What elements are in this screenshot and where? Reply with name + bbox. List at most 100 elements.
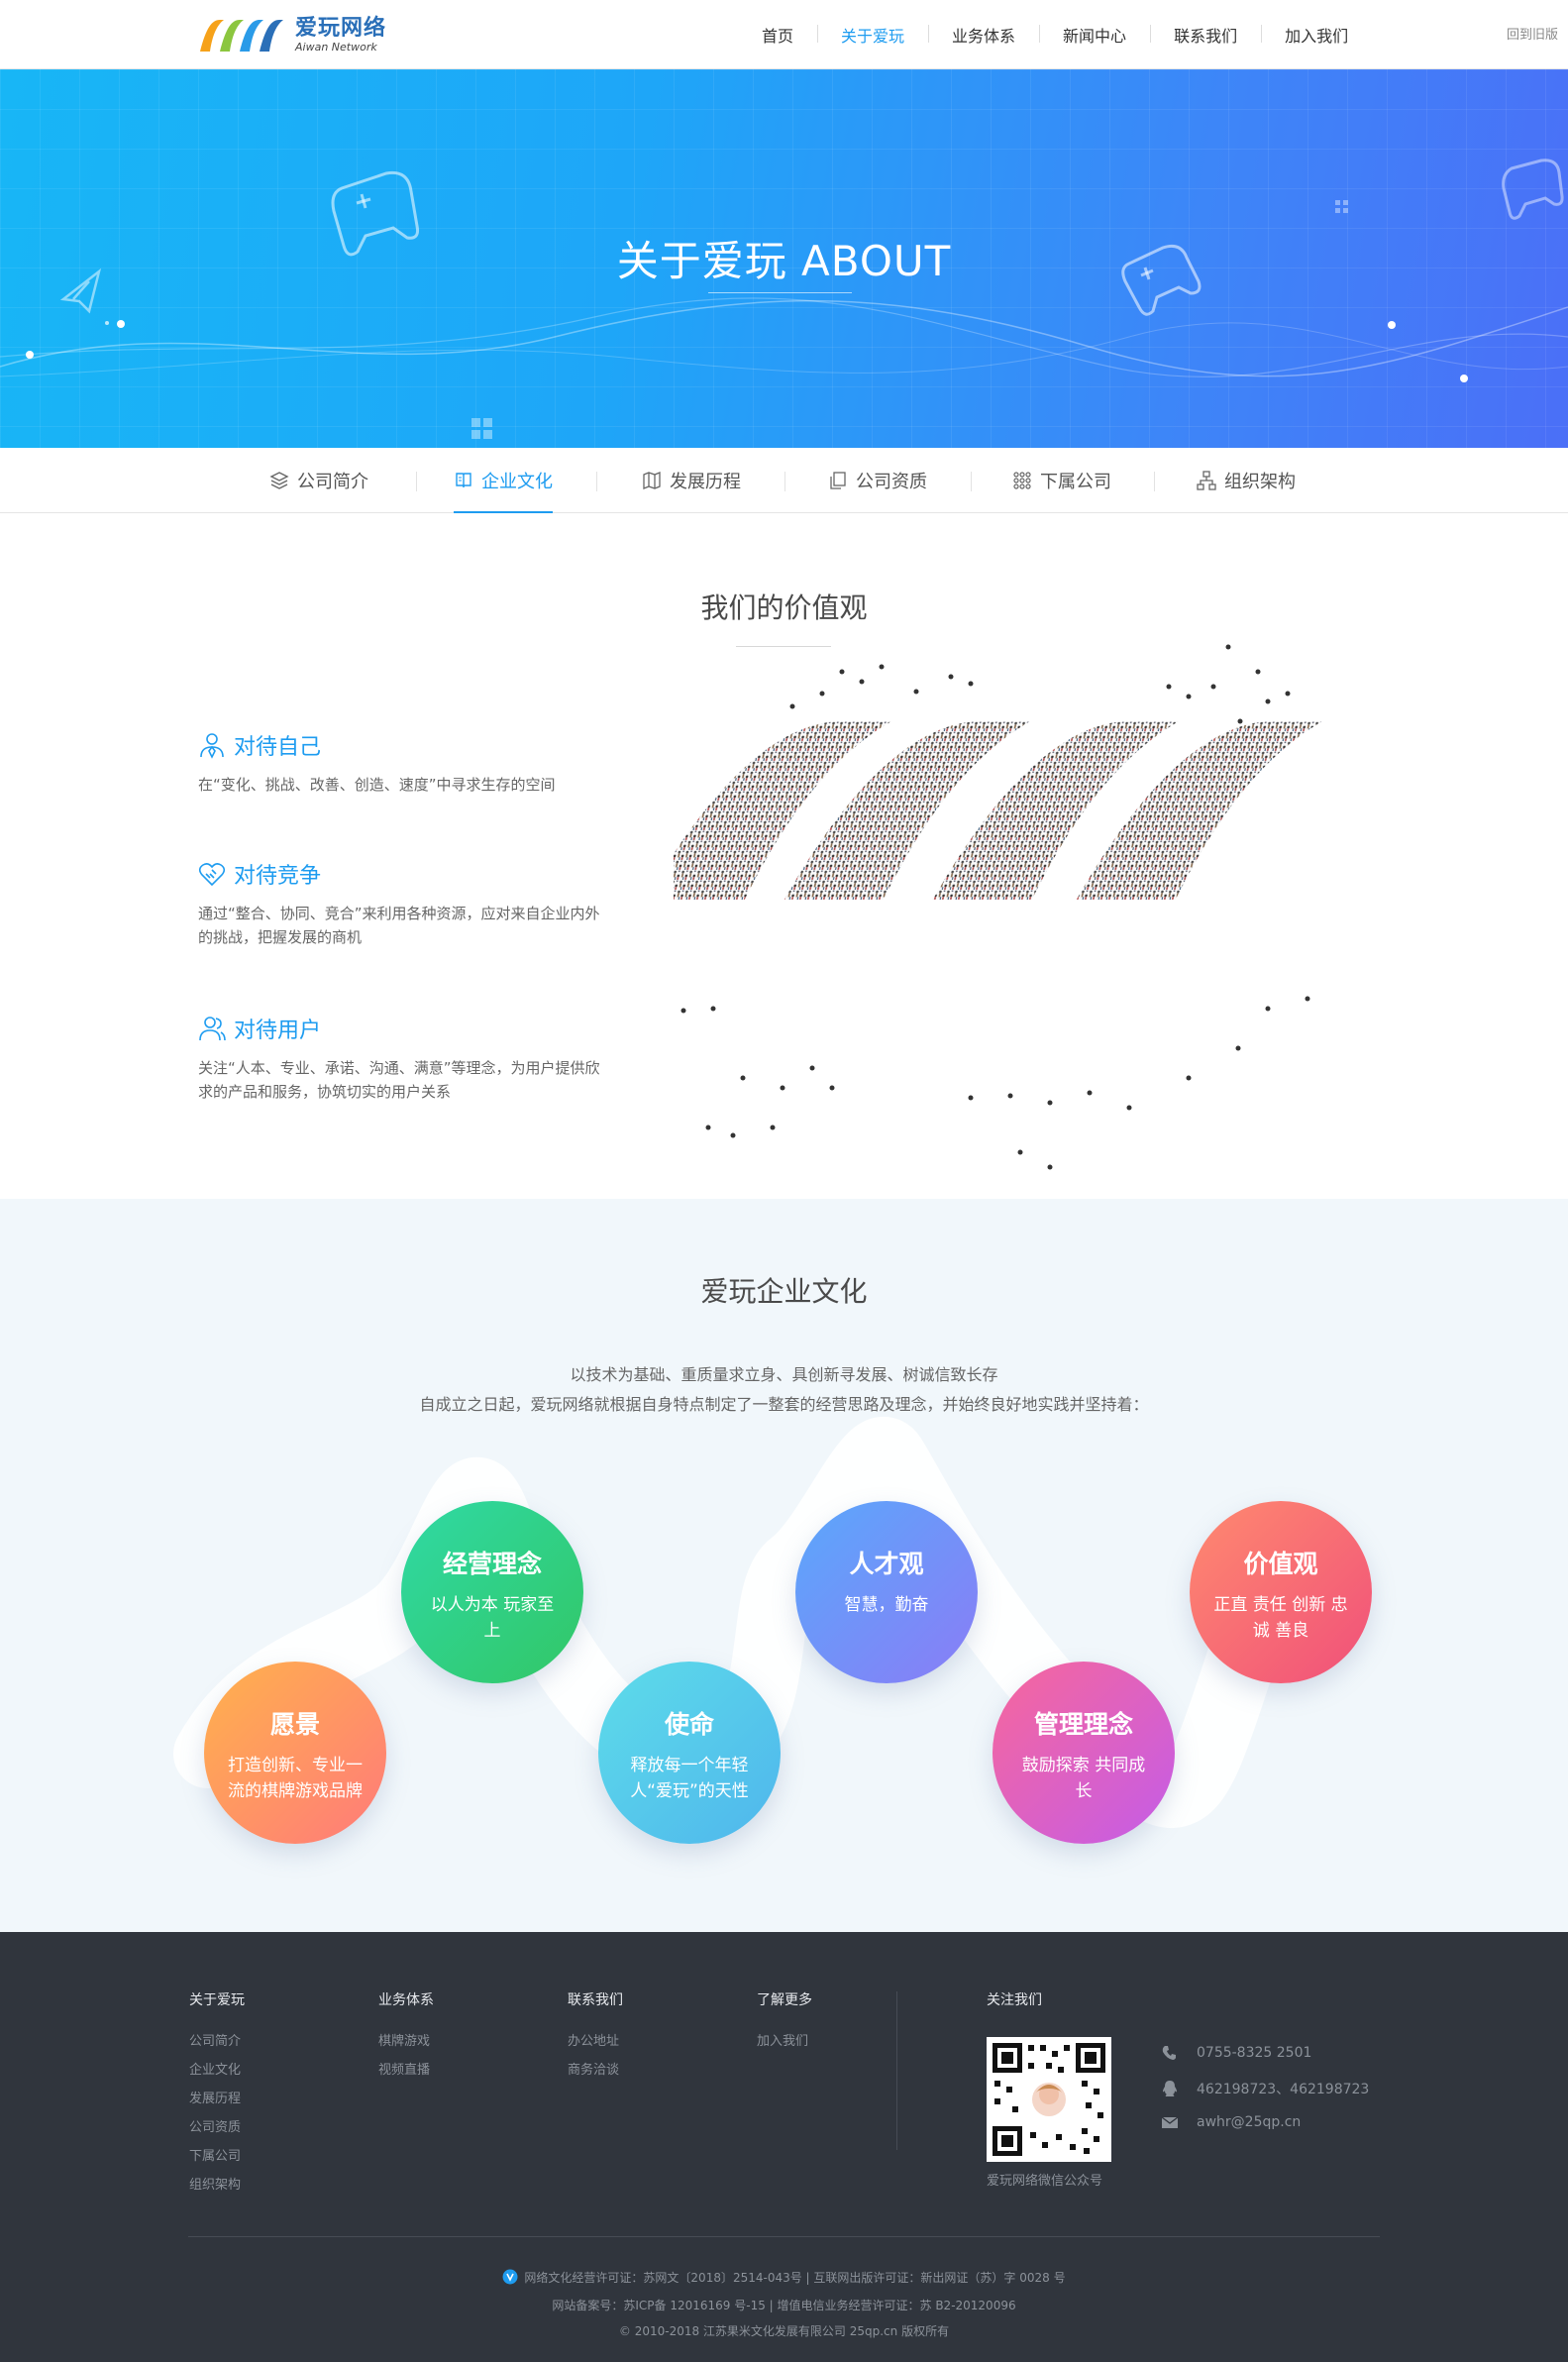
footer-link[interactable]: 办公地址 — [568, 2027, 623, 2056]
tab-org-structure[interactable]: 组织架构 — [1197, 448, 1296, 513]
logo-name: 爱玩网络 — [295, 15, 387, 41]
section-tabs: 公司简介 企业文化 发展历程 公司资质 下属公司 组织架构 — [0, 448, 1568, 513]
main-nav: 首页 关于爱玩 业务体系 新闻中心 联系我们 加入我们 — [738, 0, 1372, 69]
person-shield-icon — [200, 733, 224, 759]
footer-link[interactable]: 下属公司 — [189, 2142, 245, 2171]
tab-label: 公司简介 — [297, 472, 368, 492]
phone-icon — [1162, 2046, 1176, 2060]
tab-corporate-culture[interactable]: 企业文化 — [454, 448, 553, 513]
footer-column-title: 关于爱玩 — [189, 1992, 245, 2008]
tab-divider — [784, 472, 785, 491]
footer-link[interactable]: 棋牌游戏 — [378, 2027, 434, 2056]
tab-label: 公司资质 — [856, 472, 927, 492]
value-item-desc: 通过“整合、协同、竞合”来利用各种资源，应对来自企业内外的挑战，把握发展的商机 — [198, 905, 600, 946]
circle-title: 使命 — [664, 1710, 714, 1739]
circle-title: 管理理念 — [1033, 1710, 1133, 1739]
footer-column-business: 业务体系 棋牌游戏 视频直播 — [378, 1989, 434, 2085]
culture-section: 爱玩企业文化 以技术为基础、重质量求立身、具创新寻发展、树诚信致长存 自成立之日… — [0, 1199, 1568, 1932]
contact-qq-text: 462198723、462198723 — [1197, 2082, 1370, 2097]
banner-title-underline — [708, 292, 852, 293]
circle-text: 鼓励探索 共同成长 — [1021, 1756, 1146, 1801]
gamepad-icon — [1502, 159, 1564, 220]
qq-icon — [1163, 2081, 1177, 2096]
old-version-link[interactable]: 回到旧版 — [1507, 24, 1558, 43]
footer-column-contact: 联系我们 办公地址 商务洽谈 — [568, 1989, 623, 2085]
banner-title: 关于爱玩 ABOUT — [616, 237, 952, 285]
value-item-desc: 在“变化、挑战、改善、创造、速度”中寻求生存的空间 — [198, 776, 556, 794]
footer-column-more: 了解更多 加入我们 — [757, 1989, 812, 2056]
value-item-title: 对待自己 — [234, 735, 322, 760]
circle-title: 愿景 — [269, 1710, 320, 1739]
footer-link[interactable]: 公司简介 — [189, 2027, 245, 2056]
logo-english-name: Aiwan Network — [295, 40, 377, 54]
contact-phone: 0755-8325 2501 — [1161, 2044, 1311, 2062]
footer-link[interactable]: 加入我们 — [757, 2027, 812, 2056]
nav-news[interactable]: 新闻中心 — [1039, 23, 1150, 47]
footer-column-title: 联系我们 — [568, 1992, 623, 2008]
culture-circle-talent: 人才观 智慧，勤奋 — [795, 1501, 978, 1683]
footer-follow-title: 关注我们 — [987, 1992, 1042, 2008]
copyright-line: © 2010-2018 江苏果米文化发展有限公司 25qp.cn 版权所有 — [618, 2324, 950, 2338]
footer-link[interactable]: 发展历程 — [189, 2085, 245, 2113]
handshake-heart-icon — [198, 863, 226, 887]
value-item-title: 对待用户 — [234, 1019, 322, 1043]
documents-icon — [830, 472, 846, 489]
contact-email: awhr@25qp.cn — [1161, 2113, 1301, 2131]
nav-about[interactable]: 关于爱玩 — [817, 23, 928, 47]
footer-divider — [896, 1991, 897, 2150]
circle-text: 智慧，勤奋 — [844, 1595, 929, 1615]
footer-follow: 关注我们 — [987, 1989, 1042, 2027]
value-item: 对待竞争 通过“整合、协同、竞合”来利用各种资源，应对来自企业内外的挑战，把握发… — [198, 858, 604, 949]
nav-business[interactable]: 业务体系 — [928, 23, 1039, 47]
circle-title: 价值观 — [1243, 1550, 1318, 1578]
tab-label: 组织架构 — [1224, 472, 1296, 492]
footer-hr — [188, 2236, 1380, 2237]
footer-link[interactable]: 视频直播 — [378, 2056, 434, 2085]
tab-company-intro[interactable]: 公司简介 — [269, 448, 368, 513]
nav-join[interactable]: 加入我们 — [1261, 23, 1372, 47]
value-item-title: 对待竞争 — [234, 864, 322, 889]
license-badge-icon — [502, 2269, 518, 2285]
nav-home[interactable]: 首页 — [738, 23, 817, 47]
contact-qq: 462198723、462198723 — [1161, 2079, 1369, 2098]
culture-circle-business: 经营理念 以人为本 玩家至上 — [401, 1501, 583, 1683]
tab-history[interactable]: 发展历程 — [642, 448, 741, 513]
nav-contact[interactable]: 联系我们 — [1150, 23, 1261, 47]
tab-label: 发展历程 — [670, 472, 741, 492]
tab-divider — [416, 472, 417, 491]
culture-circle-vision: 愿景 打造创新、专业一流的棋牌游戏品牌 — [204, 1662, 386, 1844]
footer-column-title: 了解更多 — [757, 1992, 812, 2008]
circle-title: 经营理念 — [442, 1550, 542, 1578]
footer-column-title: 业务体系 — [378, 1992, 434, 2008]
values-section: 我们的价值观 对待自己 在“变化、挑战、改善、创造、速度”中寻求生存的空间 对待… — [0, 513, 1568, 1199]
qr-caption: 爱玩网络微信公众号 — [987, 2174, 1103, 2189]
dots-grid-icon — [1013, 472, 1031, 489]
wechat-qr-code — [987, 2037, 1111, 2162]
culture-circle-mission: 使命 释放每一个年轻人“爱玩”的天性 — [598, 1662, 781, 1844]
footer-column-about: 关于爱玩 公司简介 企业文化 发展历程 公司资质 下属公司 组织架构 — [189, 1989, 245, 2200]
tab-label: 下属公司 — [1040, 472, 1111, 492]
tab-divider — [971, 472, 972, 491]
tab-subsidiaries[interactable]: 下属公司 — [1012, 448, 1111, 513]
value-item: 对待用户 关注“人本、专业、承诺、沟通、满意”等理念，为用户提供欣求的产品和服务… — [198, 1013, 604, 1104]
contact-phone-text: 0755-8325 2501 — [1197, 2045, 1312, 2061]
footer-link[interactable]: 商务洽谈 — [568, 2056, 623, 2085]
crowd-logo-illustration — [674, 644, 1322, 1170]
contact-email-text[interactable]: awhr@25qp.cn — [1197, 2114, 1301, 2130]
tab-qualification[interactable]: 公司资质 — [828, 448, 927, 513]
value-item: 对待自己 在“变化、挑战、改善、创造、速度”中寻求生存的空间 — [198, 729, 604, 797]
footer-link[interactable]: 企业文化 — [189, 2056, 245, 2085]
license-text: 网络文化经营许可证：苏网文〔2018〕2514-043号 | 互联网出版许可证：… — [524, 2271, 1066, 2285]
license-line: 网络文化经营许可证：苏网文〔2018〕2514-043号 | 互联网出版许可证：… — [0, 2269, 1568, 2286]
circle-title: 人才观 — [849, 1550, 924, 1578]
map-book-icon — [643, 472, 661, 489]
footer-link[interactable]: 公司资质 — [189, 2113, 245, 2142]
logo-mark-icon — [200, 20, 283, 52]
tab-divider — [1154, 472, 1155, 491]
footer-link[interactable]: 组织架构 — [189, 2171, 245, 2200]
circle-text: 正直 责任 创新 忠诚 善良 — [1213, 1595, 1348, 1641]
culture-circle-values: 价值观 正直 责任 创新 忠诚 善良 — [1190, 1501, 1372, 1683]
tab-label: 企业文化 — [481, 472, 553, 492]
site-logo[interactable]: 爱玩网络 Aiwan Network — [194, 14, 386, 55]
site-footer: 关于爱玩 公司简介 企业文化 发展历程 公司资质 下属公司 组织架构 业务体系 … — [0, 1932, 1568, 2362]
